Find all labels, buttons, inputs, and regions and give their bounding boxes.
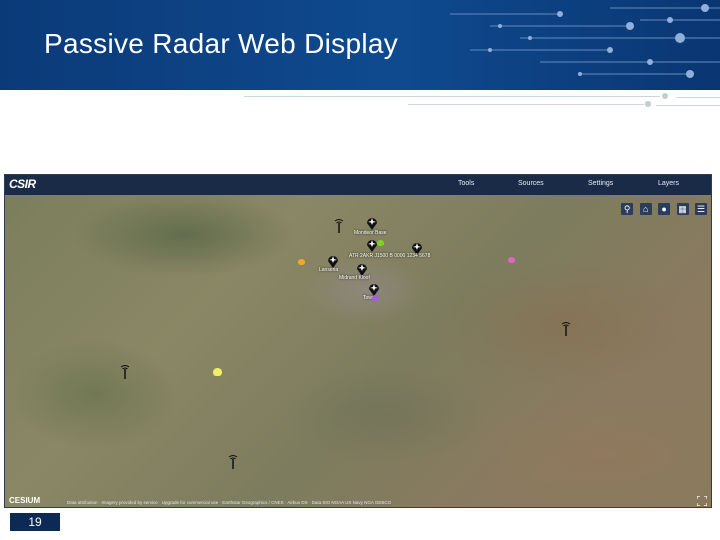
aircraft-marker-icon[interactable] [356,261,368,276]
grid-icon[interactable]: ▦ [676,203,689,215]
fullscreen-icon[interactable] [697,496,707,506]
radar-tower-icon[interactable] [119,365,131,379]
aircraft-marker-icon[interactable] [366,237,378,252]
map-label: Midrand Kloof [339,275,370,281]
map-toolbar: ⚲ ⌂ ● ▦ ☰ [619,199,707,217]
divider-line [408,104,644,105]
slide-header: Passive Radar Web Display [0,0,720,90]
map-attribution[interactable]: Data attribution · Imagery provided by s… [67,500,391,505]
divider-dot [645,101,651,107]
nav-sources[interactable]: Sources [518,180,544,187]
target-marker-purple[interactable] [372,295,379,301]
divider-line [244,96,660,97]
nav-tools[interactable]: Tools [458,180,474,187]
aircraft-marker-icon[interactable] [368,281,380,296]
divider-line [656,105,720,106]
page-number: 19 [10,513,60,531]
map-label: ATR 2AKR J1500 B 0000 1234 5678 [349,253,431,259]
home-icon[interactable]: ⌂ [639,203,652,215]
radar-tower-icon[interactable] [560,322,572,336]
map-label: Mondeor Base [354,230,387,236]
search-icon[interactable]: ⚲ [621,203,634,215]
aircraft-marker-icon[interactable] [366,215,378,230]
divider-dot [662,93,668,99]
nav-layers[interactable]: Layers [658,180,679,187]
layers-icon[interactable]: ☰ [695,203,707,215]
divider-line [676,97,720,98]
nav-settings[interactable]: Settings [588,180,613,187]
slide-title: Passive Radar Web Display [44,28,399,59]
globe-icon[interactable]: ● [658,203,671,215]
cesium-logo[interactable]: CESIUM [9,496,40,505]
target-marker-pink[interactable] [508,257,515,263]
aircraft-marker-icon[interactable] [327,253,339,268]
app-navbar: CSIR Tools Sources Settings Layers [5,175,711,195]
map-label: Lanseria [319,267,339,273]
csir-logo: CSIR [9,177,36,191]
target-marker-yellow[interactable] [213,368,222,376]
target-marker-orange[interactable] [298,259,305,265]
map-view[interactable]: ⚲ ⌂ ● ▦ ☰ Mondeor Base ATR 2AKR J1500 B … [5,195,711,507]
circuit-decoration [450,4,720,78]
target-marker-green[interactable] [377,240,384,246]
web-display-screenshot: CSIR Tools Sources Settings Layers ⚲ ⌂ ●… [4,174,712,508]
radar-tower-icon[interactable] [333,219,345,233]
radar-tower-icon[interactable] [227,455,239,469]
